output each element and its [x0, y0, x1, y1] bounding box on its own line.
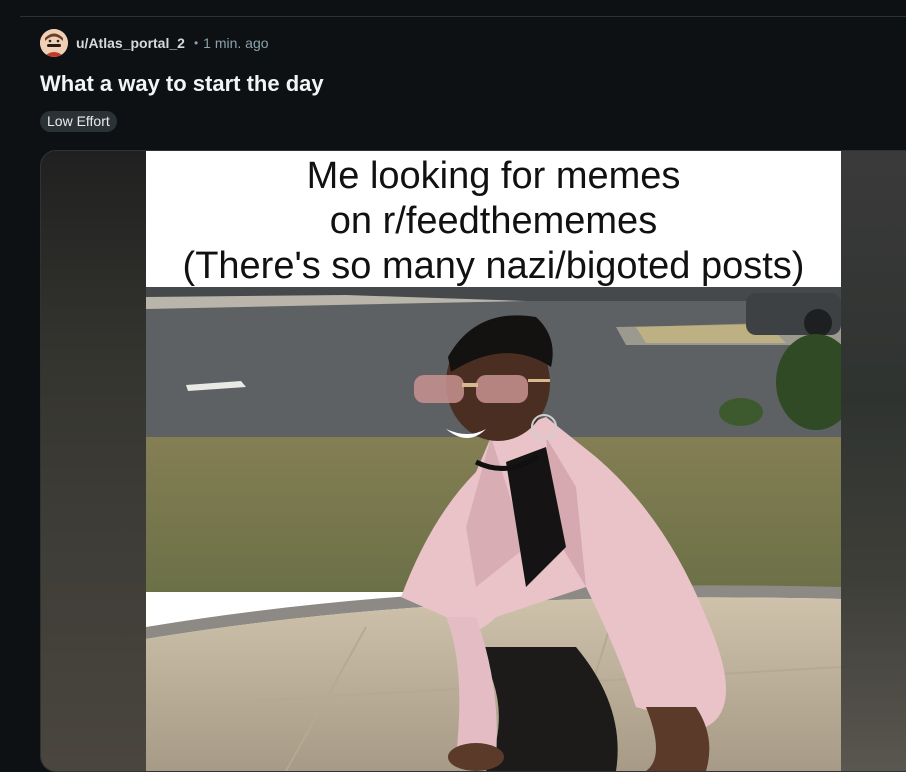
top-divider — [20, 16, 906, 17]
media-blur-left — [41, 151, 146, 771]
username-link[interactable]: u/Atlas_portal_2 — [76, 35, 185, 51]
meta-separator: • — [193, 36, 199, 50]
post-flair[interactable]: Low Effort — [40, 111, 117, 132]
meme-image[interactable]: Me looking for memes on r/feedthememes (… — [146, 151, 841, 771]
post-title[interactable]: What a way to start the day — [40, 70, 324, 98]
post-timestamp[interactable]: 1 min. ago — [203, 35, 268, 51]
meme-caption-line: on r/feedthememes — [329, 200, 658, 242]
meme-caption-line: Me looking for memes — [306, 155, 681, 197]
meme-caption: Me looking for memes on r/feedthememes (… — [146, 151, 841, 287]
user-avatar-icon[interactable] — [40, 29, 68, 57]
media-blur-right — [839, 151, 906, 771]
post-header: u/Atlas_portal_2 • 1 min. ago — [40, 29, 269, 57]
meme-caption-line: (There's so many nazi/bigoted posts) — [182, 245, 805, 287]
meme-photo — [146, 287, 841, 771]
post-media[interactable]: Me looking for memes on r/feedthememes (… — [40, 150, 906, 772]
